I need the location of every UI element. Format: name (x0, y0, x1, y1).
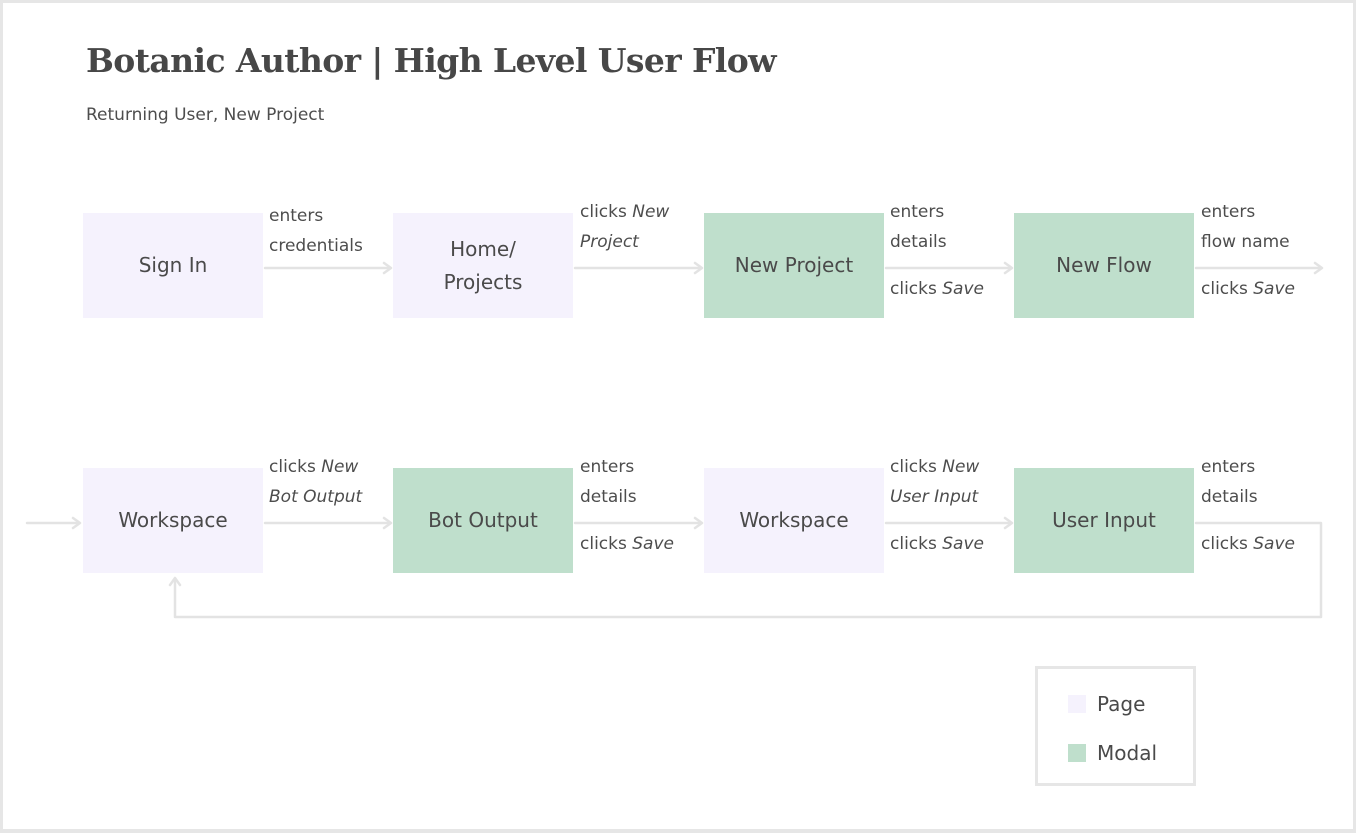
edge-text: enters (890, 202, 945, 222)
node-new-project: New Project (704, 213, 884, 318)
edge-text: clicks New (269, 457, 359, 477)
node-sign-in: Sign In (83, 213, 263, 318)
edge-label-e8: enters details clicks Save (1201, 452, 1295, 559)
diagram-canvas: Botanic Author | High Level User Flow Re… (0, 0, 1356, 833)
node-workspace-2: Workspace (704, 468, 884, 573)
node-home-projects: Home/ Projects (393, 213, 573, 318)
edge-text: Bot Output (269, 487, 363, 507)
edge-label-e6: enters details clicks Save (580, 452, 674, 559)
legend-item-page: Page (1068, 691, 1145, 717)
legend-item-modal: Modal (1068, 740, 1157, 766)
edge-text: clicks Save (1201, 279, 1295, 299)
edge-text: clicks Save (580, 534, 674, 554)
edge-text: Project (580, 232, 639, 252)
edge-label-e3: enters details clicks Save (890, 197, 984, 304)
edge-text: enters (580, 457, 635, 477)
edge-text: credentials (269, 236, 363, 256)
node-user-input: User Input (1014, 468, 1194, 573)
node-workspace: Workspace (83, 468, 263, 573)
edge-text: enters (269, 206, 324, 226)
edge-label-e2: clicks New Project (580, 197, 669, 257)
edge-text: flow name (1201, 232, 1290, 252)
node-new-flow: New Flow (1014, 213, 1194, 318)
legend-swatch-modal (1068, 744, 1086, 762)
edge-text: User Input (890, 487, 979, 507)
edge-label-e1: enters credentials (269, 201, 363, 261)
legend-label-page: Page (1097, 692, 1146, 716)
edge-text: details (580, 487, 637, 507)
edge-text: enters (1201, 457, 1256, 477)
edge-text: clicks Save (1201, 534, 1295, 554)
edge-label-e5: clicks New Bot Output (269, 452, 362, 512)
edge-text: clicks Save (890, 279, 984, 299)
edge-text: details (1201, 487, 1258, 507)
edge-text: enters (1201, 202, 1256, 222)
edge-text: clicks New (890, 457, 980, 477)
edge-text: clicks Save (890, 534, 984, 554)
edge-text: clicks New (580, 202, 670, 222)
edge-label-e7: clicks New User Input clicks Save (890, 452, 984, 559)
edge-text: details (890, 232, 947, 252)
legend-swatch-page (1068, 695, 1086, 713)
edge-label-e4: enters flow name clicks Save (1201, 197, 1295, 304)
node-bot-output: Bot Output (393, 468, 573, 573)
legend-label-modal: Modal (1097, 741, 1157, 765)
legend: Page Modal (1035, 666, 1196, 786)
